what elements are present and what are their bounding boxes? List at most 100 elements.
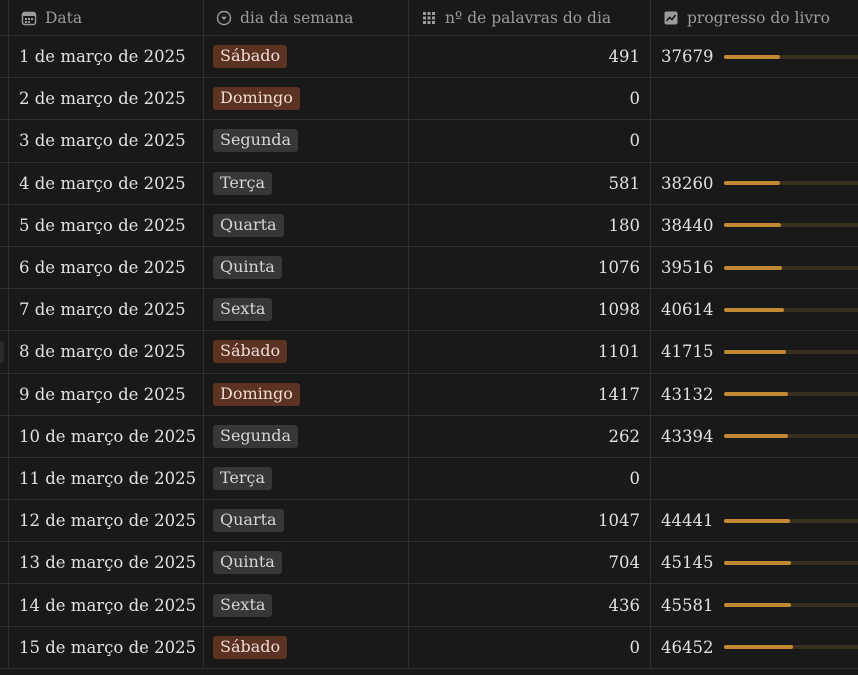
weekday-cell[interactable]: Domingo — [204, 373, 409, 415]
table-row[interactable]: 11 de março de 2025 Terça 0 — [0, 457, 858, 501]
progress-bar — [723, 54, 858, 59]
column-header-label: progresso do livro — [687, 9, 830, 27]
weekday-cell[interactable]: Sábado — [204, 331, 409, 373]
table-row[interactable]: 10 de março de 2025 Segunda 262 43394 — [0, 415, 858, 458]
table-row[interactable]: 3 de março de 2025 Segunda 0 — [0, 120, 858, 163]
progress-cell[interactable]: 43132 — [651, 374, 858, 415]
date-cell[interactable]: 8 de março de 2025 — [9, 331, 204, 373]
date-cell[interactable]: 12 de março de 2025 — [9, 500, 204, 542]
date-cell[interactable]: 10 de março de 2025 — [9, 415, 204, 457]
progress-value: 45145 — [661, 553, 714, 573]
progress-cell[interactable]: 45581 — [651, 584, 858, 625]
progress-bar-fill — [723, 307, 784, 312]
weekday-cell[interactable]: Quinta — [204, 246, 409, 289]
table-row[interactable]: 8 de março de 2025 Sábado 1101 41715 — [0, 331, 858, 374]
row-handle-cell — [0, 120, 9, 162]
date-cell[interactable]: 1 de março de 2025 — [9, 36, 204, 78]
date-cell[interactable]: 15 de março de 2025 — [9, 626, 204, 668]
row-handle-cell — [0, 373, 9, 415]
weekday-tag: Segunda — [213, 129, 299, 153]
weekday-cell[interactable]: Segunda — [204, 415, 409, 457]
weekday-cell[interactable]: Terça — [204, 457, 409, 500]
table-row[interactable]: 15 de março de 2025 Sábado 0 46452 — [0, 626, 858, 669]
progress-cell[interactable] — [651, 458, 858, 499]
progress-cell[interactable]: 39516 — [651, 247, 858, 288]
database-table: Data dia da semana nº de palavras do dia — [0, 0, 858, 669]
progress-cell[interactable]: 40614 — [651, 289, 858, 330]
words-cell[interactable]: 180 — [409, 204, 651, 246]
table-row[interactable]: 13 de março de 2025 Quinta 704 45145 — [0, 542, 858, 585]
table-row[interactable]: 6 de março de 2025 Quinta 1076 39516 — [0, 246, 858, 290]
column-header-progress[interactable]: progresso do livro — [651, 0, 858, 36]
words-cell[interactable]: 491 — [409, 36, 651, 78]
weekday-cell[interactable]: Quarta — [204, 500, 409, 542]
words-cell[interactable]: 1417 — [409, 373, 651, 415]
date-cell[interactable]: 7 de março de 2025 — [9, 289, 204, 331]
progress-cell[interactable]: 41715 — [651, 331, 858, 372]
row-drag-handle[interactable] — [0, 340, 4, 363]
column-header-date[interactable]: Data — [9, 0, 204, 36]
progress-bar — [723, 223, 858, 228]
words-cell[interactable]: 581 — [409, 162, 651, 204]
table-row[interactable]: 12 de março de 2025 Quarta 1047 44441 — [0, 500, 858, 543]
weekday-cell[interactable]: Sexta — [204, 584, 409, 626]
progress-cell[interactable]: 38260 — [651, 163, 858, 204]
weekday-cell[interactable]: Sábado — [204, 36, 409, 78]
words-cell[interactable]: 1047 — [409, 500, 651, 542]
words-cell[interactable]: 0 — [409, 78, 651, 120]
progress-cell[interactable]: 38440 — [651, 205, 858, 246]
weekday-tag: Quarta — [213, 213, 284, 237]
words-cell[interactable]: 1076 — [409, 246, 651, 289]
words-cell[interactable]: 1098 — [409, 289, 651, 331]
weekday-cell[interactable]: Segunda — [204, 120, 409, 162]
words-cell[interactable]: 1101 — [409, 331, 651, 373]
words-cell[interactable]: 0 — [409, 457, 651, 500]
date-cell[interactable]: 9 de março de 2025 — [9, 373, 204, 415]
weekday-cell[interactable]: Quinta — [204, 542, 409, 584]
column-header-weekday[interactable]: dia da semana — [204, 0, 409, 36]
progress-cell[interactable]: 46452 — [651, 627, 858, 668]
progress-value: 39516 — [661, 258, 714, 278]
date-cell[interactable]: 13 de março de 2025 — [9, 542, 204, 584]
weekday-cell[interactable]: Quarta — [204, 204, 409, 246]
progress-bar — [723, 307, 858, 312]
progress-cell[interactable] — [651, 78, 858, 119]
words-cell[interactable]: 0 — [409, 626, 651, 668]
progress-cell[interactable]: 43394 — [651, 416, 858, 457]
progress-cell[interactable]: 37679 — [651, 36, 858, 77]
table-row[interactable]: 7 de março de 2025 Sexta 1098 40614 — [0, 289, 858, 332]
table-row[interactable]: 2 de março de 2025 Domingo 0 — [0, 78, 858, 121]
date-cell[interactable]: 5 de março de 2025 — [9, 204, 204, 246]
weekday-cell[interactable]: Domingo — [204, 78, 409, 120]
weekday-tag: Segunda — [213, 424, 299, 448]
progress-cell[interactable]: 44441 — [651, 500, 858, 541]
progress-cell[interactable]: 45145 — [651, 542, 858, 583]
date-cell[interactable]: 6 de março de 2025 — [9, 246, 204, 289]
table-row[interactable]: 4 de março de 2025 Terça 581 38260 — [0, 162, 858, 205]
progress-bar-fill — [723, 603, 792, 608]
date-cell[interactable]: 4 de março de 2025 — [9, 162, 204, 204]
date-cell[interactable]: 2 de março de 2025 — [9, 78, 204, 120]
weekday-cell[interactable]: Sexta — [204, 289, 409, 331]
words-cell[interactable]: 0 — [409, 120, 651, 162]
words-cell[interactable]: 262 — [409, 415, 651, 457]
progress-bar-fill — [723, 349, 786, 354]
date-cell[interactable]: 3 de março de 2025 — [9, 120, 204, 162]
progress-bar-fill — [723, 518, 790, 523]
table-row[interactable]: 14 de março de 2025 Sexta 436 45581 — [0, 584, 858, 627]
column-header-words[interactable]: nº de palavras do dia — [409, 0, 651, 36]
progress-cell[interactable] — [651, 120, 858, 161]
weekday-cell[interactable]: Sábado — [204, 626, 409, 668]
row-handle-cell — [0, 289, 9, 331]
table-row[interactable]: 5 de março de 2025 Quarta 180 38440 — [0, 204, 858, 247]
words-cell[interactable]: 704 — [409, 542, 651, 584]
date-cell[interactable]: 14 de março de 2025 — [9, 584, 204, 626]
row-handle-cell — [0, 542, 9, 584]
table-row[interactable]: 9 de março de 2025 Domingo 1417 43132 — [0, 373, 858, 416]
row-handle-column — [0, 0, 9, 36]
date-cell[interactable]: 11 de março de 2025 — [9, 457, 204, 500]
table-row[interactable]: 1 de março de 2025 Sábado 491 37679 — [0, 36, 858, 79]
weekday-cell[interactable]: Terça — [204, 162, 409, 204]
words-cell[interactable]: 436 — [409, 584, 651, 626]
progress-bar-fill — [723, 392, 788, 397]
